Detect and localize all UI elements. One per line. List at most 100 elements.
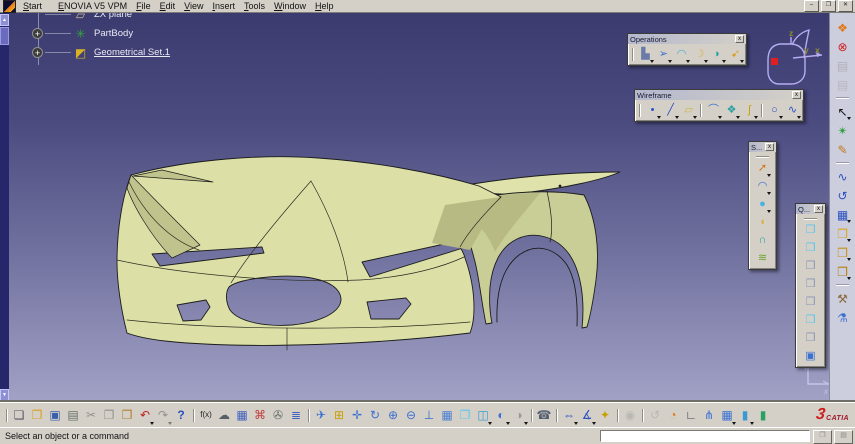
- catalog-icon-2[interactable]: ❒: [834, 244, 851, 261]
- circle-icon[interactable]: ○: [766, 102, 783, 119]
- back-view-icon[interactable]: ❒: [802, 258, 819, 275]
- paste-icon[interactable]: ❒: [118, 406, 136, 425]
- cut-icon[interactable]: ✂: [82, 406, 100, 425]
- normal-view-icon[interactable]: ⊥: [420, 406, 438, 425]
- zoom-out-icon[interactable]: ⊖: [402, 406, 420, 425]
- status-button-2[interactable]: ▤: [834, 430, 853, 444]
- menu-window[interactable]: Window: [274, 1, 306, 11]
- update-icon[interactable]: ◔: [664, 406, 682, 425]
- iso-view-icon[interactable]: ❒: [802, 222, 819, 239]
- expander-icon[interactable]: +: [32, 47, 43, 58]
- app-icon[interactable]: [3, 0, 16, 13]
- copy-icon[interactable]: ❐: [100, 406, 118, 425]
- toolbar-title-bar[interactable]: Wireframe x: [635, 90, 803, 100]
- toolbar-title-bar[interactable]: S... x: [749, 142, 776, 152]
- toolbar-title-bar[interactable]: Q... x: [796, 204, 825, 214]
- close-red-icon[interactable]: ⊗: [834, 38, 851, 55]
- boundary-icon[interactable]: ☽: [691, 46, 708, 63]
- fillet-icon[interactable]: ◠: [673, 46, 690, 63]
- swap-space-icon[interactable]: ↺: [646, 406, 664, 425]
- measure-between-icon[interactable]: ⇔: [560, 406, 578, 425]
- menu-file[interactable]: File: [136, 1, 151, 11]
- 3d-viewport[interactable]: ▲ ▼ + ▱ ZX plane + ✳ PartBody +: [0, 13, 855, 402]
- projection-icon[interactable]: ⌒: [705, 102, 722, 119]
- select-icon[interactable]: ↖: [834, 103, 851, 120]
- menu-start[interactable]: Start: [23, 1, 42, 11]
- menu-edit[interactable]: Edit: [160, 1, 176, 11]
- left-view-icon[interactable]: ❒: [802, 276, 819, 293]
- new-document-icon[interactable]: ❏: [10, 406, 28, 425]
- top-view-icon[interactable]: ❒: [802, 312, 819, 329]
- shading-icon[interactable]: ❒: [456, 406, 474, 425]
- close-icon[interactable]: x: [735, 35, 744, 43]
- extract-icon[interactable]: ◗: [709, 46, 726, 63]
- grid-icon[interactable]: ▦: [718, 406, 736, 425]
- comment-icon[interactable]: ☁: [215, 406, 233, 425]
- graph-tree-icon[interactable]: ⋔: [700, 406, 718, 425]
- command-input[interactable]: [600, 430, 810, 442]
- workbench-icon[interactable]: ❖: [834, 19, 851, 36]
- measure-item-icon[interactable]: ∡: [578, 406, 596, 425]
- status-button-1[interactable]: ❐: [813, 430, 832, 444]
- front-view-icon[interactable]: ❒: [802, 240, 819, 257]
- fit-all-in-icon[interactable]: ⊞: [330, 406, 348, 425]
- join-icon[interactable]: ▙: [637, 46, 654, 63]
- print-icon[interactable]: ▤: [64, 406, 82, 425]
- clipboard-icon[interactable]: ▤: [834, 57, 851, 74]
- car-body-model[interactable]: [117, 157, 620, 350]
- tools-hammer-icon[interactable]: ⚒: [834, 290, 851, 307]
- expander-icon[interactable]: +: [32, 28, 43, 39]
- shading-edges-icon[interactable]: ◫: [474, 406, 492, 425]
- extrude-icon[interactable]: ➚: [754, 160, 771, 177]
- swap-visible-icon[interactable]: ◑: [510, 406, 528, 425]
- telephone-icon[interactable]: ☎: [535, 406, 553, 425]
- whats-this-icon[interactable]: ?: [172, 406, 190, 425]
- tree-node-geometrical-set[interactable]: + ◩ Geometrical Set.1: [32, 43, 170, 62]
- scroll-down-button[interactable]: ▼: [0, 389, 9, 401]
- pan-icon[interactable]: ✛: [348, 406, 366, 425]
- bottom-view-icon[interactable]: ❒: [802, 330, 819, 347]
- transform-icon[interactable]: ➹: [727, 46, 744, 63]
- axis-system-icon[interactable]: ∟: [682, 406, 700, 425]
- analysis-curve-icon[interactable]: ∿: [834, 168, 851, 185]
- restore-button[interactable]: ❐: [821, 0, 836, 12]
- hide-show-icon[interactable]: ◐: [492, 406, 510, 425]
- rotate-icon[interactable]: ↻: [366, 406, 384, 425]
- formula-fx-icon[interactable]: f(x): [197, 406, 215, 425]
- surfaces-toolbar[interactable]: S... x ➚◠●◖∩≋: [748, 141, 777, 270]
- body-green-icon[interactable]: ▮: [754, 406, 772, 425]
- wireframe-toolbar[interactable]: Wireframe x •╱▱⌒❖ʃ○∿: [634, 89, 804, 122]
- menu-view[interactable]: View: [184, 1, 203, 11]
- capture-icon[interactable]: ◉: [621, 406, 639, 425]
- work-on-support-icon[interactable]: ▦: [834, 206, 851, 223]
- point-icon[interactable]: •: [644, 102, 661, 119]
- save-icon[interactable]: ▣: [46, 406, 64, 425]
- close-icon[interactable]: x: [814, 205, 823, 213]
- rotate-cn-icon[interactable]: ↺: [834, 187, 851, 204]
- quick-view-toolbar[interactable]: Q... x ❒❒❒❒❒❒❒▣: [795, 203, 826, 368]
- fill-icon[interactable]: ◖: [754, 214, 771, 231]
- open-icon[interactable]: ❐: [28, 406, 46, 425]
- revolve-icon[interactable]: ◠: [754, 178, 771, 195]
- catalog-icon-1[interactable]: ❒: [834, 225, 851, 242]
- sketcher-icon[interactable]: ✎: [834, 141, 851, 158]
- lock-icon[interactable]: ✦: [596, 406, 614, 425]
- menu-help[interactable]: Help: [315, 1, 334, 11]
- close-icon[interactable]: x: [765, 143, 774, 151]
- menu-tools[interactable]: Tools: [244, 1, 265, 11]
- rules-icon[interactable]: ≣: [287, 406, 305, 425]
- compass-3d-icon[interactable]: ✴: [834, 122, 851, 139]
- sphere-icon[interactable]: ●: [754, 196, 771, 213]
- right-view-icon[interactable]: ❒: [802, 294, 819, 311]
- close-icon[interactable]: x: [792, 91, 801, 99]
- close-button[interactable]: ✕: [838, 0, 853, 12]
- lock-knowledge-icon[interactable]: ✇: [269, 406, 287, 425]
- plane-icon[interactable]: ▱: [680, 102, 697, 119]
- zoom-in-icon[interactable]: ⊕: [384, 406, 402, 425]
- minimize-button[interactable]: –: [804, 0, 819, 12]
- multi-section-icon[interactable]: ≋: [754, 250, 771, 267]
- calculator-icon[interactable]: ▦: [233, 406, 251, 425]
- scroll-thumb[interactable]: [0, 27, 9, 45]
- multi-view-icon[interactable]: ▦: [438, 406, 456, 425]
- toolbar-title-bar[interactable]: Operations x: [628, 34, 746, 44]
